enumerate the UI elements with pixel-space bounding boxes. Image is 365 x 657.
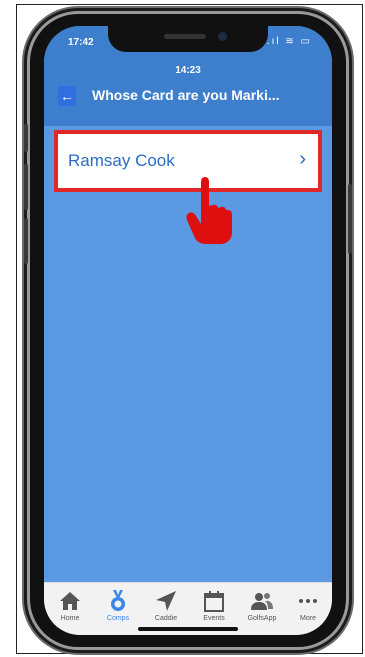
silent-switch	[24, 124, 28, 152]
volume-down-button	[24, 218, 28, 264]
tab-caddie[interactable]: Caddie	[142, 589, 190, 622]
tab-comps[interactable]: Comps	[94, 589, 142, 622]
tab-events[interactable]: Events	[190, 589, 238, 622]
tab-comps-label: Comps	[106, 615, 130, 622]
home-indicator	[138, 627, 238, 631]
player-name: Ramsay Cook	[68, 151, 175, 170]
home-icon	[60, 592, 80, 610]
chevron-right-icon: ›	[299, 148, 306, 170]
status-time: 17:42	[68, 37, 94, 48]
pointing-hand-icon	[186, 177, 232, 244]
tab-golfsapp-label: GolfsApp	[247, 615, 277, 622]
tab-home[interactable]: Home	[46, 589, 94, 622]
tab-home-label: Home	[60, 615, 80, 622]
tab-more-label: More	[300, 615, 316, 622]
medal-icon	[111, 590, 125, 611]
app-header: 14:23 ← Whose Card are you Marki...	[44, 52, 332, 126]
back-button[interactable]: ←	[58, 86, 76, 106]
more-dots-icon	[299, 599, 317, 603]
people-icon	[251, 593, 273, 610]
back-arrow-icon: ←	[60, 88, 74, 104]
tab-events-label: Events	[203, 615, 225, 622]
tab-golfsapp[interactable]: GolfsApp	[238, 589, 286, 622]
volume-up-button	[24, 164, 28, 210]
navigation-arrow-icon	[156, 591, 176, 611]
header-time: 14:23	[175, 65, 201, 76]
notch	[108, 26, 268, 52]
page-title: Whose Card are you Marki...	[92, 87, 280, 103]
front-camera	[218, 32, 227, 41]
speaker	[164, 34, 206, 39]
tab-caddie-label: Caddie	[154, 615, 178, 622]
calendar-icon	[204, 591, 224, 612]
phone-device: 17:42 ..ıl ≋ ▭ 14:23 ← Whose Card are yo…	[24, 14, 352, 647]
phone-screen: 17:42 ..ıl ≋ ▭ 14:23 ← Whose Card are yo…	[44, 26, 332, 635]
status-icons: ..ıl ≋ ▭	[262, 36, 312, 47]
tab-more[interactable]: More	[284, 589, 332, 622]
power-button	[348, 184, 352, 254]
